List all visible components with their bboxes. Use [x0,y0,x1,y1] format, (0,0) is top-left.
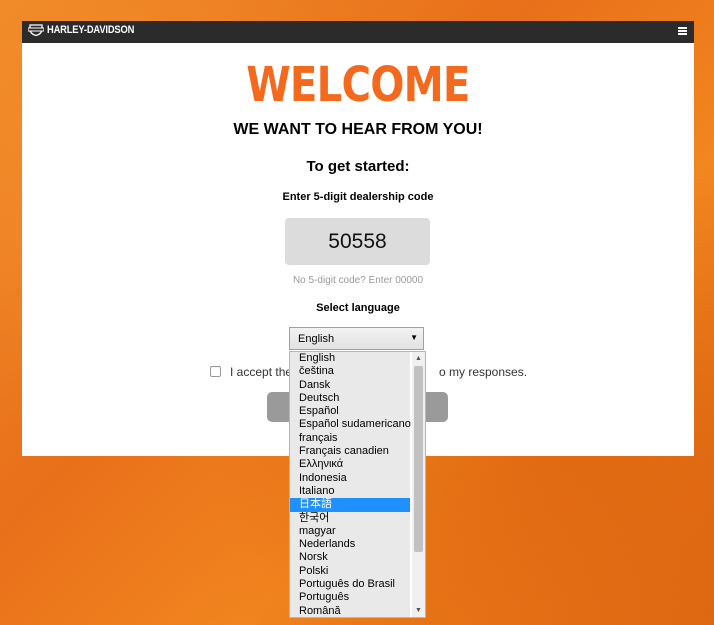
language-label: Select language [316,302,400,314]
language-option[interactable]: Dansk [290,378,410,392]
language-option[interactable]: Deutsch [290,391,410,406]
top-nav-bar: HARLEY-DAVIDSON [22,21,694,43]
language-option[interactable]: français [290,431,410,446]
language-option[interactable]: 한국어 [290,511,410,525]
scroll-up-arrow-icon[interactable]: ▲ [412,352,425,365]
language-option[interactable]: Indonesia [290,471,410,485]
dealership-code-input[interactable]: 50558 [285,218,430,265]
language-option[interactable]: Español sudamericano [290,418,411,432]
language-option[interactable]: Română [290,604,410,617]
dropdown-scrollbar[interactable]: ▲ ▼ [412,352,425,617]
language-option[interactable]: Nederlands [290,538,410,552]
subtitle-heading: WE WANT TO HEAR FROM YOU! [233,121,483,138]
language-select-value: English [298,333,335,345]
scrollbar-thumb[interactable] [414,366,423,552]
language-option[interactable]: Español [290,405,410,419]
language-option[interactable]: English [290,352,410,366]
language-option[interactable]: čeština [290,365,410,379]
language-option[interactable]: magyar [290,524,410,539]
language-option[interactable]: Polski [290,564,410,579]
accept-terms-checkbox[interactable] [210,366,221,377]
hamburger-menu-icon[interactable] [678,27,687,35]
language-option[interactable]: Português do Brasil [290,578,410,592]
language-option[interactable]: Norsk [290,551,410,565]
language-option[interactable]: Italiano [290,484,410,499]
dealership-code-hint: No 5-digit code? Enter 00000 [292,275,424,286]
language-option[interactable]: 日本語 [290,498,410,512]
language-option[interactable]: Français canadien [290,445,410,459]
chevron-down-icon: ▼ [410,333,418,342]
language-option[interactable]: Português [290,591,410,605]
dealership-code-label: Enter 5-digit dealership code [282,191,434,203]
language-option[interactable]: Ελληνικά [290,458,410,472]
bar-shield-icon [28,24,44,36]
brand-name: HARLEY-DAVIDSON [47,24,135,36]
scroll-down-arrow-icon[interactable]: ▼ [412,604,425,617]
get-started-label: To get started: [306,158,410,175]
accept-terms-text: I accept the [230,365,293,379]
language-dropdown-list[interactable]: English čeština Dansk Deutsch Español Español… [289,351,426,618]
language-select[interactable]: English ▼ [289,327,424,350]
welcome-heading: WELCOME [246,57,470,113]
accept-terms-text-tail: o my responses. [439,365,528,379]
brand-logo[interactable]: HARLEY-DAVIDSON [28,24,150,36]
